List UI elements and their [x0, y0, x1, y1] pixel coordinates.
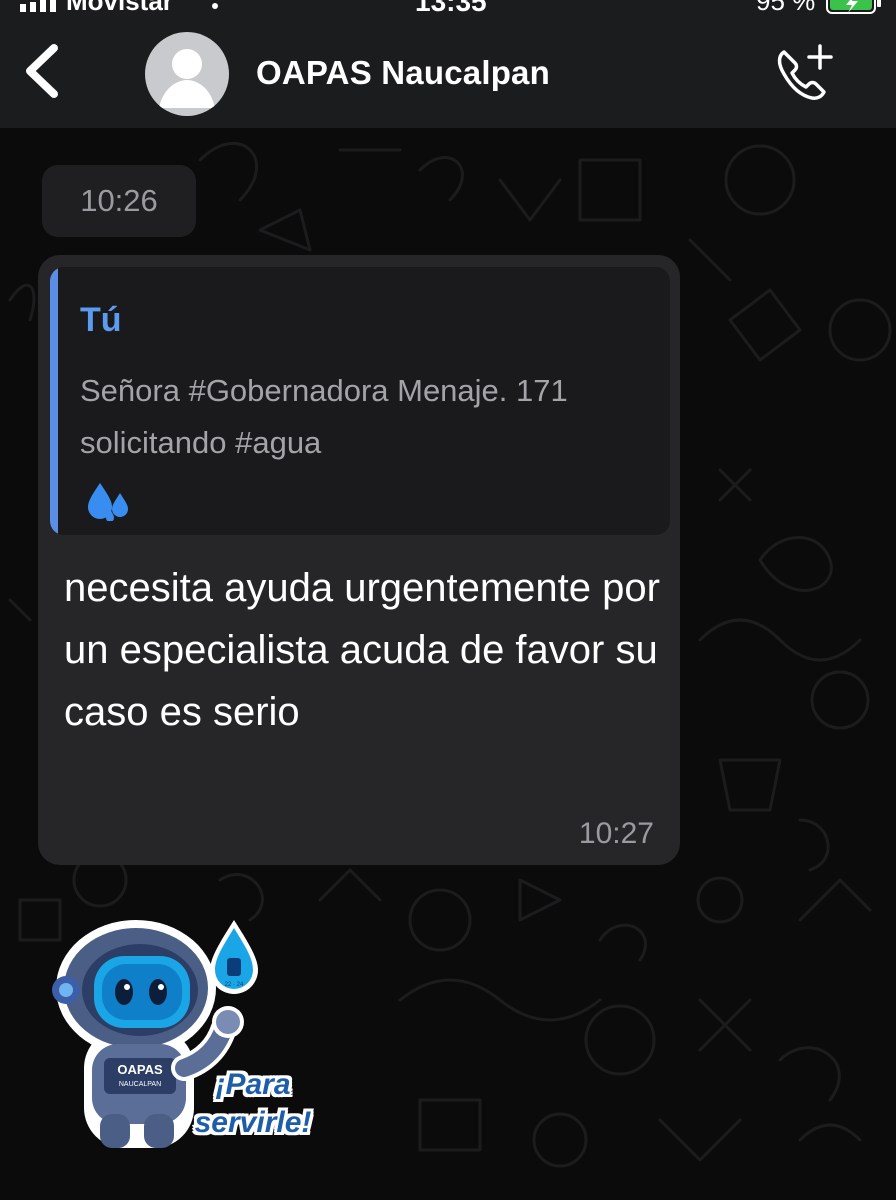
person-icon	[159, 49, 215, 108]
message-text: necesita ayuda urgentemente por un espec…	[64, 566, 660, 734]
chat-header: OAPAS Naucalpan	[0, 20, 896, 128]
quoted-message[interactable]: Tú Señora #Gobernadora Menaje. 171 solic…	[50, 267, 670, 535]
sticker-caption: ¡Para servirle!	[168, 1066, 338, 1142]
sticker-brand-line1: OAPAS	[117, 1062, 163, 1077]
status-time: 13:35	[415, 0, 487, 17]
add-call-icon[interactable]	[770, 42, 836, 102]
sticker-caption-line1: ¡Para	[215, 1068, 291, 1101]
battery-charging-icon	[826, 0, 881, 14]
sticker-brand-line2: NAUCALPAN	[119, 1081, 161, 1088]
carrier-name: Movistar	[66, 0, 173, 16]
drop-text: 22 · 24	[225, 982, 244, 988]
water-drop-icon: 22 · 24	[210, 920, 258, 994]
status-bar: Movistar 13:35 95 %	[0, 0, 896, 20]
contact-name[interactable]: OAPAS Naucalpan	[256, 54, 550, 92]
message-bubble[interactable]: Tú Señora #Gobernadora Menaje. 171 solic…	[38, 255, 680, 865]
chevron-left-icon[interactable]	[18, 42, 66, 100]
message-timestamp: 10:27	[578, 817, 654, 850]
contact-avatar[interactable]	[145, 32, 229, 116]
quoted-text: Señora #Gobernadora Menaje. 171 solicita…	[80, 373, 568, 460]
signal-icon	[20, 0, 56, 12]
wifi-icon	[212, 3, 218, 9]
quote-accent-bar	[50, 267, 58, 535]
quoted-author: Tú	[80, 301, 122, 339]
date-time-chip: 10:26	[42, 165, 196, 237]
sweat-droplets-icon	[88, 483, 128, 521]
sticker-caption-line2: servirle!	[194, 1106, 312, 1139]
battery-percent: 95 %	[756, 0, 816, 16]
